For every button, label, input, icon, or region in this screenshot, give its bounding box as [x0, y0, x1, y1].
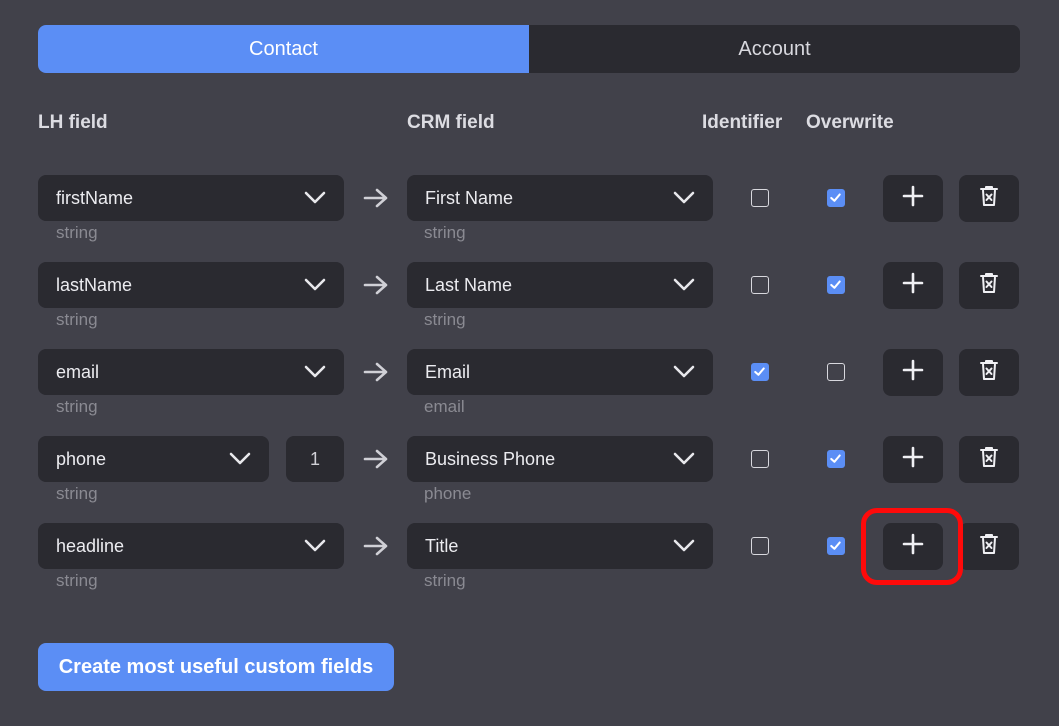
crm-field-select[interactable]: Last Name [407, 262, 713, 308]
arrow-right-icon [362, 361, 390, 383]
overwrite-checkbox[interactable] [827, 537, 845, 555]
field-mapping-row: firstName string First Name string [0, 175, 1059, 265]
lh-field-value: firstName [56, 187, 134, 208]
add-mapping-button[interactable] [883, 175, 943, 222]
arrow-right-icon [362, 448, 390, 470]
lh-field-type: string [56, 571, 98, 590]
chevron-down-icon [673, 365, 695, 379]
lh-field-select[interactable]: lastName [38, 262, 344, 308]
overwrite-checkbox[interactable] [827, 363, 845, 381]
delete-mapping-button[interactable] [959, 436, 1019, 483]
lh-field-type: string [56, 397, 98, 416]
overwrite-header: Overwrite [806, 112, 894, 133]
identifier-checkbox[interactable] [751, 450, 769, 468]
add-mapping-button[interactable] [883, 349, 943, 396]
chevron-down-icon [304, 539, 326, 553]
tab-account[interactable]: Account [529, 25, 1020, 73]
lh-field-type: string [56, 310, 98, 329]
crm-field-value: Title [425, 535, 459, 556]
chevron-down-icon [673, 278, 695, 292]
lh-field-type: string [56, 223, 98, 242]
delete-mapping-button[interactable] [959, 349, 1019, 396]
add-mapping-button[interactable] [883, 262, 943, 309]
crm-field-type: string [424, 223, 466, 242]
arrow-right-icon [362, 535, 390, 557]
chevron-down-icon [229, 452, 251, 466]
field-mapping-row: lastName string Last Name string [0, 262, 1059, 352]
crm-field-type: string [424, 310, 466, 329]
lh-field-select[interactable]: phone [38, 436, 269, 482]
identifier-checkbox[interactable] [751, 276, 769, 294]
lh-field-value: email [56, 361, 100, 382]
delete-mapping-button[interactable] [959, 523, 1019, 570]
lh-field-select[interactable]: email [38, 349, 344, 395]
plus-icon [901, 184, 925, 213]
trash-icon [979, 446, 999, 473]
lh-field-type: string [56, 484, 98, 503]
identifier-checkbox[interactable] [751, 189, 769, 207]
delete-mapping-button[interactable] [959, 262, 1019, 309]
check-icon [828, 538, 844, 553]
crm-field-value: Last Name [425, 274, 513, 295]
crm-field-type: email [424, 397, 465, 416]
lh-field-select[interactable]: headline [38, 523, 344, 569]
check-icon [828, 277, 844, 292]
create-custom-fields-button[interactable]: Create most useful custom fields [38, 643, 394, 691]
plus-icon [901, 358, 925, 387]
tab-contact[interactable]: Contact [38, 25, 529, 73]
check-icon [828, 190, 844, 205]
crm-field-header: CRM field [407, 112, 495, 133]
overwrite-checkbox[interactable] [827, 276, 845, 294]
chevron-down-icon [304, 191, 326, 205]
lh-field-header: LH field [38, 112, 108, 133]
identifier-checkbox[interactable] [751, 537, 769, 555]
arrow-right-icon [362, 187, 390, 209]
lh-field-value: headline [56, 535, 125, 556]
lh-field-value: lastName [56, 274, 133, 295]
trash-icon [979, 185, 999, 212]
lh-field-index-input[interactable]: 1 [286, 436, 344, 482]
crm-field-select[interactable]: Title [407, 523, 713, 569]
chevron-down-icon [673, 191, 695, 205]
crm-field-select[interactable]: Business Phone [407, 436, 713, 482]
crm-field-select[interactable]: First Name [407, 175, 713, 221]
arrow-right-icon [362, 274, 390, 296]
identifier-header: Identifier [702, 112, 783, 133]
chevron-down-icon [304, 365, 326, 379]
lh-field-value: phone [56, 448, 107, 469]
crm-field-value: Business Phone [425, 448, 556, 469]
crm-field-value: Email [425, 361, 471, 382]
crm-field-type: phone [424, 484, 472, 503]
trash-icon [979, 359, 999, 386]
add-button-highlight [861, 508, 963, 585]
overwrite-checkbox[interactable] [827, 450, 845, 468]
crm-field-select[interactable]: Email [407, 349, 713, 395]
plus-icon [901, 271, 925, 300]
trash-icon [979, 272, 999, 299]
chevron-down-icon [673, 452, 695, 466]
delete-mapping-button[interactable] [959, 175, 1019, 222]
check-icon [828, 451, 844, 466]
chevron-down-icon [673, 539, 695, 553]
entity-tabs: Contact Account [38, 25, 1020, 73]
check-icon [752, 364, 768, 379]
crm-field-value: First Name [425, 187, 514, 208]
identifier-checkbox[interactable] [751, 363, 769, 381]
crm-field-type: string [424, 571, 466, 590]
field-mapping-row: email string Email email [0, 349, 1059, 439]
chevron-down-icon [304, 278, 326, 292]
lh-field-select[interactable]: firstName [38, 175, 344, 221]
add-mapping-button[interactable] [883, 436, 943, 483]
trash-icon [979, 533, 999, 560]
plus-icon [901, 445, 925, 474]
overwrite-checkbox[interactable] [827, 189, 845, 207]
